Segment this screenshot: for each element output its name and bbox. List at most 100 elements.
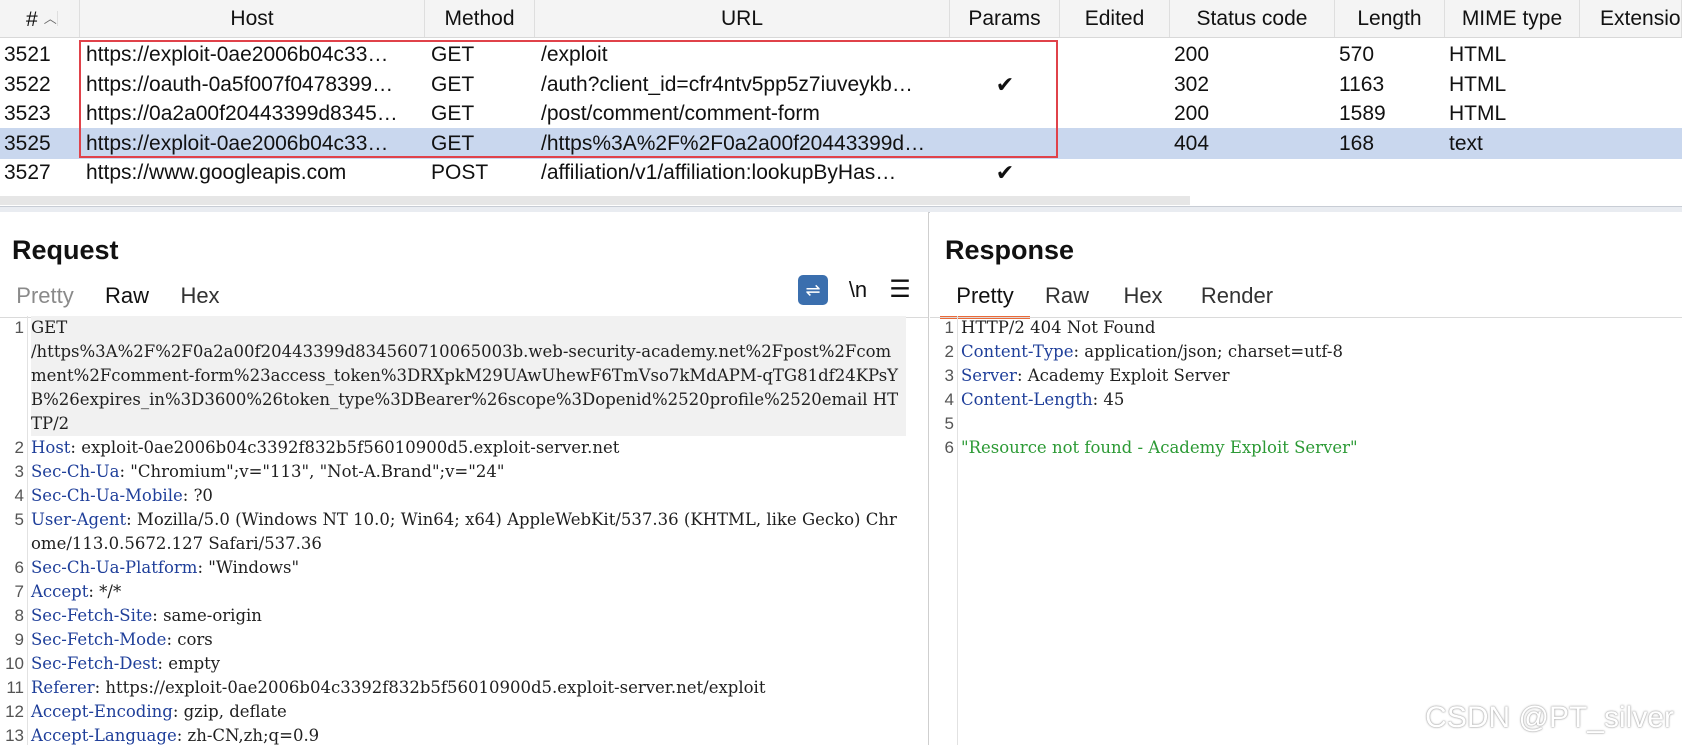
line-number: 1: [14, 318, 24, 337]
show-newlines-icon[interactable]: \n: [843, 275, 873, 305]
line-text: Sec-Fetch-Site: same-origin: [31, 606, 262, 625]
column-header-edited[interactable]: Edited: [1060, 0, 1170, 37]
cell-host: https://exploit-0ae2006b04c33…: [86, 131, 389, 155]
header-name: Sec-Ch-Ua-Mobile: [31, 486, 183, 505]
request-editor[interactable]: 1 GET /https%3A%2F%2F0a2a00f20443399d8345…: [0, 316, 928, 745]
code-line: 12 Accept-Encoding: gzip, deflate: [0, 700, 928, 724]
column-header-host[interactable]: Host: [80, 0, 425, 37]
cell-status: 200: [1174, 43, 1210, 66]
code-line: 2 Content-Type: application/json; charset…: [930, 340, 1682, 364]
code-line: 6 Sec-Ch-Ua-Platform: "Windows": [0, 556, 928, 580]
cell-method: POST: [431, 161, 489, 184]
column-header-status-code[interactable]: Status code: [1170, 0, 1335, 37]
cell-mime: HTML: [1449, 72, 1507, 96]
horizontal-scrollbar[interactable]: [0, 196, 1190, 205]
cell-params: [950, 39, 1060, 70]
cell-length: [1335, 157, 1445, 188]
cell-params: [950, 128, 1060, 159]
line-text: Sec-Ch-Ua: "Chromium";v="113", "Not-A.Br…: [31, 462, 505, 481]
line-number: 5: [14, 510, 24, 529]
cell-host: https://0a2a00f20443399d8345…: [86, 102, 398, 125]
code-line: 5 User-Agent: Mozilla/5.0 (Windows NT 10.…: [0, 508, 928, 556]
header-name: Accept-Encoding: [31, 702, 173, 721]
cell-status: 404: [1174, 131, 1210, 155]
cell-method: GET: [431, 131, 475, 155]
cell-idx: 3527: [4, 161, 51, 184]
cell-mime: text: [1449, 131, 1483, 155]
header-value: same-origin: [163, 606, 262, 625]
header-name: Sec-Fetch-Site: [31, 606, 153, 625]
line-number: 11: [6, 678, 24, 697]
line-text: Sec-Ch-Ua-Mobile: ?0: [31, 486, 213, 505]
tab-request-hex[interactable]: Hex: [170, 276, 230, 316]
column-header-mime-type[interactable]: MIME type: [1445, 0, 1580, 37]
cell-host: https://oauth-0a5f007f0478399…: [86, 72, 394, 96]
cell-params: ✔: [995, 71, 1015, 97]
line-text: Sec-Fetch-Dest: empty: [31, 654, 221, 673]
cell-host: https://www.googleapis.com: [86, 161, 347, 184]
line-text: Sec-Fetch-Mode: cors: [31, 630, 213, 649]
code-line: 4 Sec-Ch-Ua-Mobile: ?0: [0, 484, 928, 508]
column-header-url[interactable]: URL: [535, 0, 950, 37]
column-header-params[interactable]: Params: [950, 0, 1060, 37]
cell-params: [950, 98, 1060, 129]
cell-ext: [1580, 39, 1682, 70]
header-value: Academy Exploit Server: [1027, 366, 1230, 385]
column-header-extension[interactable]: Extensio: [1580, 0, 1682, 37]
menu-icon[interactable]: ☰: [885, 275, 915, 305]
cell-edited: [1060, 98, 1170, 129]
response-editor[interactable]: 1 HTTP/2 404 Not Found 2 Content-Type: appl…: [930, 316, 1682, 460]
header-name: Server: [961, 366, 1017, 385]
code-line: 1 GET /https%3A%2F%2F0a2a00f20443399d8345…: [0, 316, 928, 436]
code-line: 9 Sec-Fetch-Mode: cors: [0, 628, 928, 652]
tab-response-render[interactable]: Render: [1192, 276, 1282, 316]
table-header: # ︿ Host Method URL Params Edited Status …: [0, 0, 1682, 38]
word-wrap-icon[interactable]: ⇌: [798, 275, 828, 305]
column-header-length[interactable]: Length: [1335, 0, 1445, 37]
line-number: 6: [944, 438, 954, 457]
line-content: "Resource not found - Academy Exploit Se…: [961, 438, 1358, 457]
header-name: Sec-Fetch-Dest: [31, 654, 158, 673]
table-row[interactable]: 3525 https://exploit-0ae2006b04c33… GET/ht…: [0, 127, 1682, 159]
response-pane: Response Pretty Raw Hex Render 1 HTTP/2 4…: [930, 212, 1682, 745]
line-number: 2: [944, 342, 954, 361]
code-line: 6 "Resource not found - Academy Exploit S…: [930, 436, 1682, 460]
header-value: https://exploit-0ae2006b04c3392f832b5f56…: [105, 678, 766, 697]
column-header-method[interactable]: Method: [425, 0, 535, 37]
request-pane: Request Pretty Raw Hex ⇌ \n ☰ 1 GET /http…: [0, 212, 929, 745]
table-row[interactable]: 3527 https://www.googleapis.com POST/affil…: [0, 157, 1682, 188]
code-line: 3 Server: Academy Exploit Server: [930, 364, 1682, 388]
line-number: 5: [944, 414, 954, 433]
tab-response-hex[interactable]: Hex: [1113, 276, 1173, 316]
line-number: 4: [14, 486, 24, 505]
line-number: 12: [5, 702, 24, 721]
cell-params: ✔: [995, 160, 1015, 185]
line-text: Host: exploit-0ae2006b04c3392f832b5f5601…: [31, 438, 620, 457]
cell-status: 302: [1174, 72, 1210, 96]
line-text: Sec-Ch-Ua-Platform: "Windows": [31, 558, 300, 577]
tab-response-raw[interactable]: Raw: [1037, 276, 1097, 316]
tab-response-pretty[interactable]: Pretty: [940, 276, 1030, 319]
cell-mime: HTML: [1449, 43, 1507, 66]
cell-length: 1163: [1339, 72, 1385, 96]
line-text: HTTP/2 404 Not Found: [961, 316, 1661, 340]
column-header-index[interactable]: # ︿: [0, 0, 80, 37]
tab-request-pretty[interactable]: Pretty: [8, 276, 82, 316]
cell-idx: 3525: [4, 131, 51, 155]
line-text: Content-Length: 45: [961, 390, 1125, 409]
cell-edited: [1060, 157, 1170, 188]
request-tabs: Pretty Raw Hex: [0, 276, 928, 320]
cell-idx: 3523: [4, 102, 51, 125]
response-title: Response: [945, 235, 1075, 265]
cell-ext: [1580, 157, 1682, 188]
table-row[interactable]: 3523 https://0a2a00f20443399d8345… GET/pos…: [0, 98, 1682, 129]
header-value: application/json; charset=utf-8: [1084, 342, 1343, 361]
header-name: Content-Type: [961, 342, 1074, 361]
header-value: empty: [168, 654, 221, 673]
cell-url: /auth?client_id=cfr4ntv5pp5z7iuveykb…: [541, 72, 913, 96]
code-line: 13 Accept-Language: zh-CN,zh;q=0.9: [0, 724, 928, 745]
tab-request-raw[interactable]: Raw: [90, 276, 164, 319]
line-text: Referer: https://exploit-0ae2006b04c3392…: [31, 678, 766, 697]
table-row[interactable]: 3521 https://exploit-0ae2006b04c33… GET/ex…: [0, 39, 1682, 70]
table-row[interactable]: 3522 https://oauth-0a5f007f0478399… GET/au…: [0, 69, 1682, 100]
